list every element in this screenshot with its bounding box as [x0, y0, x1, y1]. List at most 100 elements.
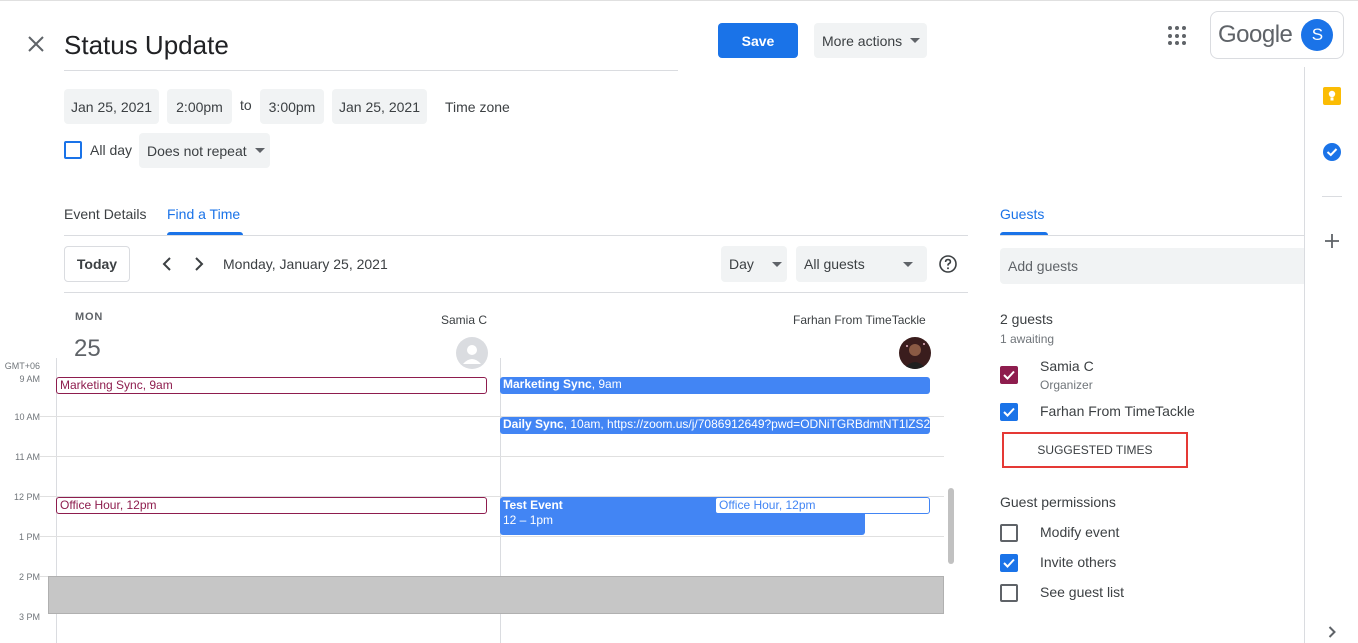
- hour-line: [40, 536, 944, 537]
- hour-label: 1 PM: [18, 532, 40, 542]
- event-title: Daily Sync: [503, 417, 564, 431]
- close-icon: [28, 36, 44, 52]
- help-icon: [939, 255, 957, 273]
- title-field[interactable]: Status Update: [64, 22, 678, 71]
- avatar: [899, 337, 931, 369]
- view-value: Day: [729, 256, 754, 272]
- guest-awaiting: 1 awaiting: [1000, 332, 1055, 346]
- top-border: [0, 0, 1358, 3]
- hour-label: 11 AM: [15, 452, 40, 462]
- tab-find-a-time[interactable]: Find a Time: [167, 206, 240, 222]
- guest-name: Farhan From TimeTackle: [1040, 403, 1195, 419]
- account-switcher[interactable]: Google S: [1210, 11, 1344, 59]
- prev-day-button[interactable]: [155, 252, 179, 276]
- check-icon: [1003, 370, 1015, 380]
- next-day-button[interactable]: [187, 252, 211, 276]
- event-time: , 9am: [142, 378, 173, 392]
- today-button[interactable]: Today: [64, 246, 130, 282]
- event-title: Marketing Sync: [60, 378, 143, 392]
- permission-modify-checkbox[interactable]: [1000, 524, 1018, 542]
- permission-see-list-label: See guest list: [1040, 584, 1125, 600]
- all-day-checkbox[interactable]: [64, 141, 82, 159]
- event-time: , 10am, https://zoom.us/j/7086912649?pwd…: [563, 417, 930, 431]
- guest-checkbox-samia[interactable]: [1000, 366, 1018, 384]
- event-title: Marketing Sync: [503, 377, 592, 391]
- permissions-title: Guest permissions: [1000, 494, 1116, 510]
- chevron-left-icon: [162, 257, 171, 271]
- column-header-farhan: Farhan From TimeTackle: [793, 313, 926, 327]
- save-button[interactable]: Save: [718, 23, 798, 58]
- grid-scrollbar[interactable]: [948, 488, 954, 564]
- add-icon: [1325, 234, 1339, 248]
- close-button[interactable]: [22, 30, 50, 58]
- permission-invite-label: Invite others: [1040, 554, 1117, 570]
- event-title: Office Hour: [719, 498, 779, 512]
- event-time: , 9am: [591, 377, 622, 391]
- column-header-samia: Samia C: [441, 313, 488, 327]
- side-divider: [1322, 196, 1342, 197]
- guests-divider: [1000, 235, 1304, 236]
- tasks-icon: [1323, 143, 1341, 161]
- event-title[interactable]: Status Update: [64, 22, 678, 68]
- event-title: Office Hour: [60, 498, 120, 512]
- apps-grid-icon[interactable]: [1168, 26, 1188, 46]
- event-farhan-daily-sync[interactable]: Daily Sync, 10am, https://zoom.us/j/7086…: [500, 417, 930, 434]
- hour-label: 12 PM: [13, 492, 40, 502]
- caret-down-icon: [254, 148, 265, 153]
- end-time-chip[interactable]: 3:00pm: [260, 89, 324, 124]
- caret-down-icon: [910, 38, 921, 43]
- keep-button[interactable]: [1320, 84, 1344, 108]
- check-icon: [1003, 558, 1015, 568]
- event-samia-office-hour[interactable]: Office Hour, 12pm: [56, 497, 487, 514]
- tasks-button[interactable]: [1320, 140, 1344, 164]
- hour-label: 9 AM: [19, 374, 40, 384]
- more-actions-button[interactable]: More actions: [814, 23, 927, 58]
- expand-panel-button[interactable]: [1320, 620, 1344, 643]
- timezone-label: GMT+06: [4, 361, 40, 371]
- add-addon-button[interactable]: [1320, 229, 1344, 253]
- event-title: Test Event: [503, 498, 563, 512]
- event-farhan-office-hour[interactable]: Office Hour, 12pm: [715, 497, 930, 514]
- timezone-link[interactable]: Time zone: [445, 99, 510, 115]
- avatar: S: [1301, 19, 1334, 51]
- start-time-chip[interactable]: 2:00pm: [167, 89, 232, 124]
- guest-name: Samia C: [1040, 358, 1094, 374]
- view-select[interactable]: Day: [721, 246, 787, 282]
- event-time: , 12pm: [778, 498, 816, 512]
- add-guests-input[interactable]: Add guests: [1000, 248, 1304, 284]
- caret-down-icon: [902, 261, 913, 267]
- caret-down-icon: [771, 261, 782, 267]
- guests-filter-value: All guests: [804, 256, 865, 272]
- chevron-right-icon: [195, 257, 204, 271]
- help-button[interactable]: [939, 255, 957, 273]
- all-day-label: All day: [90, 142, 133, 158]
- day-name: MON: [75, 311, 104, 323]
- repeat-select[interactable]: Does not repeat: [139, 133, 270, 168]
- guest-checkbox-farhan[interactable]: [1000, 403, 1018, 421]
- event-farhan-marketing-sync[interactable]: Marketing Sync, 9am: [500, 377, 930, 394]
- permission-see-list-checkbox[interactable]: [1000, 584, 1018, 602]
- event-samia-marketing-sync[interactable]: Marketing Sync, 9am: [56, 377, 487, 394]
- google-logo: Google: [1218, 21, 1293, 48]
- day-number: 25: [74, 335, 101, 362]
- suggested-times-button[interactable]: SUGGESTED TIMES: [1002, 432, 1188, 468]
- event-time: 12 – 1pm: [503, 513, 554, 527]
- tab-event-details[interactable]: Event Details: [64, 206, 146, 222]
- current-date-label: Monday, January 25, 2021: [223, 256, 388, 272]
- tab-guests[interactable]: Guests: [1000, 206, 1044, 222]
- check-icon: [1003, 407, 1015, 417]
- selected-time-slot[interactable]: [48, 576, 944, 614]
- start-date-chip[interactable]: Jan 25, 2021: [64, 89, 159, 124]
- more-actions-label: More actions: [822, 32, 903, 49]
- repeat-value: Does not repeat: [147, 142, 247, 159]
- expand-panel-icon: [1328, 626, 1336, 638]
- permission-invite-checkbox[interactable]: [1000, 554, 1018, 572]
- hour-label: 10 AM: [14, 412, 40, 422]
- guests-filter-select[interactable]: All guests: [796, 246, 927, 282]
- event-time: , 12pm: [119, 498, 157, 512]
- end-date-chip[interactable]: Jan 25, 2021: [332, 89, 427, 124]
- permission-modify-label: Modify event: [1040, 524, 1120, 540]
- avatar: [456, 337, 488, 369]
- hour-label: 2 PM: [18, 572, 40, 582]
- keep-icon: [1323, 87, 1341, 105]
